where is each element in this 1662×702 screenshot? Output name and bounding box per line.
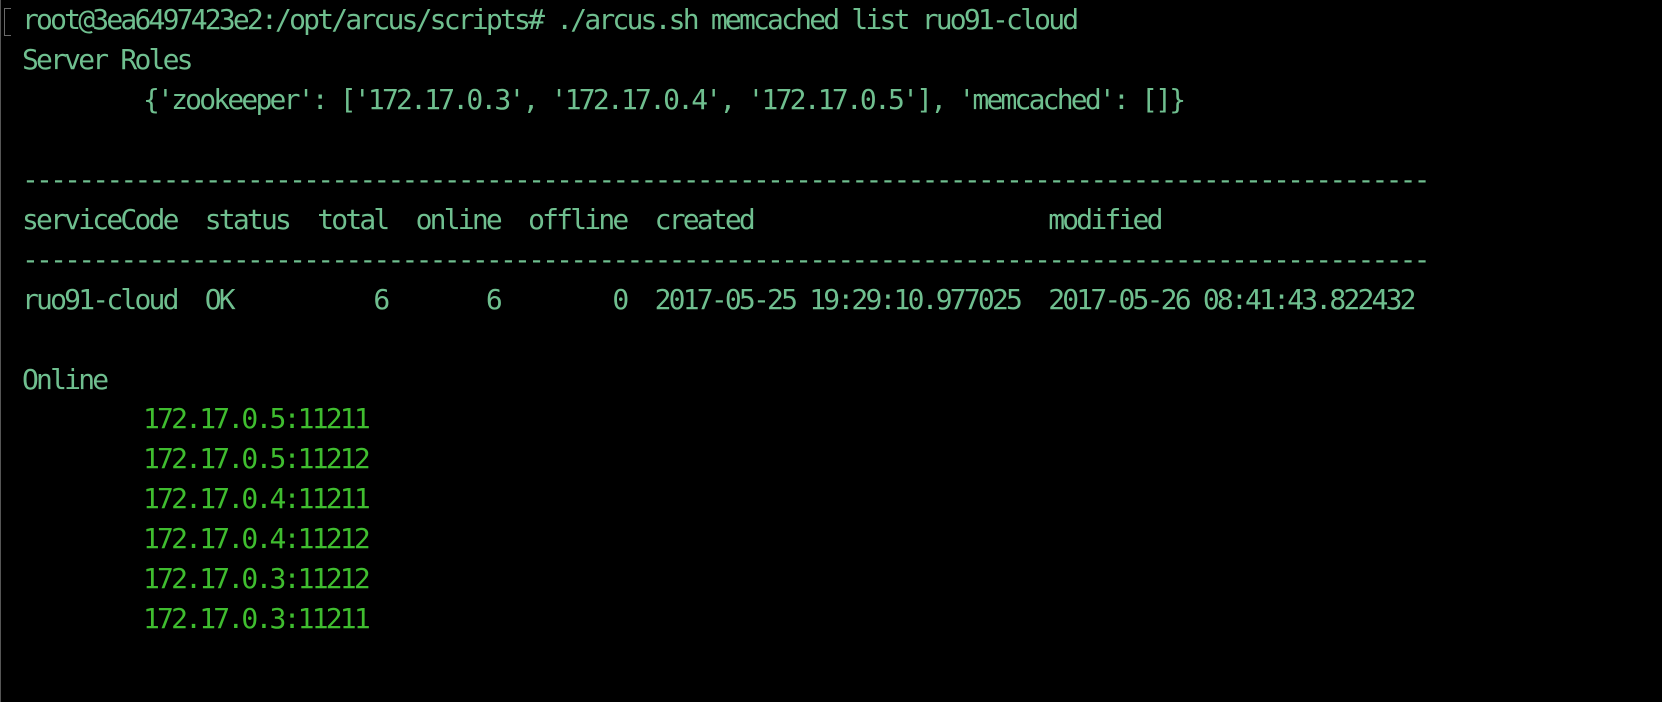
server-roles-value: {'zookeeper': ['172.17.0.3', '172.17.0.4…: [143, 83, 1186, 116]
online-server-list: 172.17.0.5:11211 172.17.0.5:11212 172.17…: [22, 399, 1662, 639]
command-line: root@3ea6497423e2:/opt/arcus/scripts# ./…: [22, 0, 1662, 40]
online-server-item: 172.17.0.3:11212: [22, 559, 1662, 599]
online-server-address: 172.17.0.5:11212: [143, 442, 371, 475]
selection-bracket-icon: [4, 8, 11, 36]
online-server-item: 172.17.0.3:11211: [22, 599, 1662, 639]
online-server-address: 172.17.0.3:11212: [143, 562, 371, 595]
server-roles-line: {'zookeeper': ['172.17.0.3', '172.17.0.4…: [22, 80, 1662, 120]
online-server-address: 172.17.0.5:11211: [143, 402, 371, 435]
table-separator-bottom: ----------------------------------------…: [22, 243, 1431, 276]
online-server-address: 172.17.0.4:11211: [143, 482, 371, 515]
shell-prompt: root@3ea6497423e2:/opt/arcus/scripts#: [22, 3, 545, 36]
online-server-address: 172.17.0.3:11211: [143, 602, 371, 635]
table-separator-top: ----------------------------------------…: [22, 163, 1431, 196]
table-row: ruo91-cloud OK 6 6 0 2017-05-25 19:29:10…: [22, 283, 1416, 316]
server-roles-heading: Server Roles: [22, 43, 194, 76]
online-server-item: 172.17.0.5:11211: [22, 399, 1662, 439]
online-server-address: 172.17.0.4:11212: [143, 522, 371, 555]
online-heading: Online: [22, 363, 109, 396]
terminal-window[interactable]: root@3ea6497423e2:/opt/arcus/scripts# ./…: [0, 0, 1662, 702]
command-text: ./arcus.sh memcached list ruo91-cloud: [542, 3, 1079, 36]
online-server-item: 172.17.0.5:11212: [22, 439, 1662, 479]
table-header-row: serviceCode status total online offline …: [22, 203, 1163, 236]
online-server-item: 172.17.0.4:11211: [22, 479, 1662, 519]
online-server-item: 172.17.0.4:11212: [22, 519, 1662, 559]
